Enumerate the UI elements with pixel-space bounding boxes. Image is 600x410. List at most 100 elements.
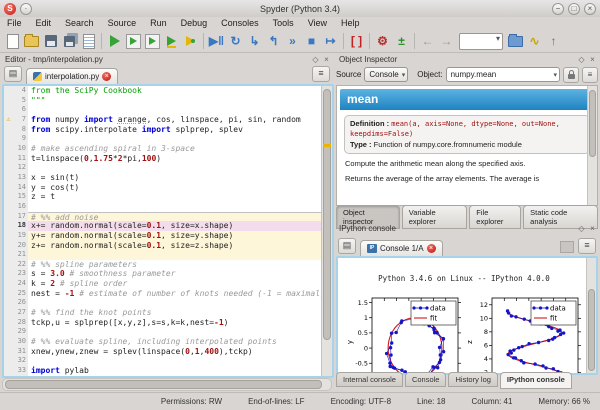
panel-tab-strip: Object inspectorVariable explorerFile ex… bbox=[336, 205, 598, 222]
debug-restart-button-icon[interactable]: ↻ bbox=[226, 32, 245, 51]
debug-file-button-icon[interactable] bbox=[181, 32, 200, 51]
debug-continue-button-icon[interactable]: ▶‖ bbox=[207, 32, 226, 51]
console-options-icon[interactable]: ≡ bbox=[578, 238, 596, 254]
back-button-icon[interactable]: ← bbox=[418, 32, 437, 51]
lock-icon bbox=[568, 74, 575, 79]
run-cell-advance-button-icon[interactable] bbox=[143, 32, 162, 51]
new-file-button-icon[interactable] bbox=[3, 32, 22, 51]
svg-text:1.5: 1.5 bbox=[358, 299, 368, 307]
save-button-icon[interactable] bbox=[41, 32, 60, 51]
doc-paragraph: Compute the arithmetic mean along the sp… bbox=[345, 159, 589, 169]
step-return-button-icon[interactable]: ↰ bbox=[264, 32, 283, 51]
window-menu-button[interactable]: · bbox=[20, 3, 32, 15]
status-eol: End-of-lines: LF bbox=[248, 397, 304, 406]
browse-tabs-button[interactable]: ▤ bbox=[4, 66, 22, 82]
inspector-close-icon[interactable]: × bbox=[587, 55, 598, 64]
menu-debug[interactable]: Debug bbox=[174, 17, 215, 30]
editor-horizontal-scrollbar[interactable] bbox=[2, 378, 332, 391]
code-line: 14y = cos(t) bbox=[4, 183, 322, 193]
close-button[interactable]: × bbox=[584, 3, 596, 15]
tab-ipython-console[interactable]: IPython console bbox=[500, 372, 572, 389]
console-close-icon[interactable]: × bbox=[587, 224, 598, 233]
object-combo[interactable]: numpy.mean▾ bbox=[446, 67, 560, 82]
forward-button-icon[interactable]: → bbox=[437, 32, 456, 51]
console-browse-tabs-button[interactable]: ▤ bbox=[338, 238, 356, 254]
code-line: 16 bbox=[4, 202, 322, 212]
maximize-pane-button-icon[interactable]: [ ] bbox=[347, 32, 366, 51]
subplot-left: 1.510.50-0.5-1ydatafit bbox=[344, 292, 464, 373]
code-line: 9 bbox=[4, 134, 322, 144]
code-line: 5""" bbox=[4, 96, 322, 106]
warning-icon: ⚠ bbox=[4, 115, 13, 125]
menu-file[interactable]: File bbox=[0, 17, 29, 30]
menu-consoles[interactable]: Consoles bbox=[214, 17, 266, 30]
status-column: Column: 41 bbox=[472, 397, 513, 406]
python-path-manager-button-icon[interactable]: ± bbox=[392, 32, 411, 51]
inspector-undock-icon[interactable]: ◇ bbox=[576, 55, 587, 64]
new-console-icon[interactable] bbox=[560, 241, 574, 253]
menu-search[interactable]: Search bbox=[58, 17, 101, 30]
run-cell-button-icon[interactable] bbox=[124, 32, 143, 51]
exit-debug-button-icon[interactable]: ↦ bbox=[321, 32, 340, 51]
code-line: 28tckp,u = splprep([x,y,z],s=s,k=k,nest=… bbox=[4, 318, 322, 328]
object-label: Object: bbox=[417, 70, 442, 79]
code-line: 27# %% find the knot points bbox=[4, 308, 322, 318]
parent-directory-button-icon[interactable]: ↑ bbox=[544, 32, 563, 51]
status-line: Line: 18 bbox=[417, 397, 445, 406]
save-all-button-icon[interactable] bbox=[60, 32, 79, 51]
minimize-button[interactable]: − bbox=[552, 3, 564, 15]
code-line: 18x+= random.normal(scale=0.1, size=x.sh… bbox=[4, 221, 322, 231]
status-bar: Permissions: RWEnd-of-lines: LFEncoding:… bbox=[0, 392, 600, 410]
lock-button[interactable] bbox=[563, 67, 579, 83]
inspector-content: mean Definition : mean(a, axis=None, dty… bbox=[336, 85, 598, 206]
maximize-button[interactable]: □ bbox=[568, 3, 580, 15]
menu-source[interactable]: Source bbox=[101, 17, 144, 30]
editor-close-icon[interactable]: × bbox=[321, 55, 332, 64]
inspector-options-icon[interactable]: ≡ bbox=[582, 67, 598, 83]
ipython-console[interactable]: Python 3.4.6 on Linux -- IPython 4.0.0 I… bbox=[336, 256, 598, 375]
title-bar[interactable]: S · Spyder (Python 3.4) − □ × bbox=[0, 0, 600, 18]
menu-help[interactable]: Help bbox=[334, 17, 367, 30]
code-line: 8from scipy.interpolate import splprep, … bbox=[4, 125, 322, 135]
tab-history-log[interactable]: History log bbox=[448, 372, 497, 387]
ipython-icon: IP bbox=[367, 244, 377, 253]
run-file-button-icon[interactable] bbox=[105, 32, 124, 51]
console-scrollbar[interactable] bbox=[586, 258, 596, 373]
editor-undock-icon[interactable]: ◇ bbox=[310, 55, 321, 64]
console-tab-label: Console 1/A bbox=[380, 244, 424, 253]
run-selection-button-icon[interactable] bbox=[162, 32, 181, 51]
working-directory-combo[interactable] bbox=[459, 33, 503, 50]
source-combo[interactable]: Console▾ bbox=[364, 67, 408, 82]
status-permissions: Permissions: RW bbox=[161, 397, 222, 406]
menu-view[interactable]: View bbox=[301, 17, 334, 30]
menu-run[interactable]: Run bbox=[143, 17, 174, 30]
continue-execution-button-icon[interactable]: » bbox=[283, 32, 302, 51]
set-console-directory-button-icon[interactable]: ∿ bbox=[525, 32, 544, 51]
inspector-scrollbar[interactable] bbox=[587, 86, 597, 205]
definition-box: Definition : mean(a, axis=None, dtype=No… bbox=[344, 115, 590, 154]
open-file-button-icon[interactable] bbox=[22, 32, 41, 51]
menu-bar: FileEditSearchSourceRunDebugConsolesTool… bbox=[0, 17, 600, 30]
menu-tools[interactable]: Tools bbox=[266, 17, 301, 30]
matplotlib-inline-figure: 1.510.50-0.5-1ydatafit12108642zdatafit bbox=[344, 292, 590, 373]
console-tab-close-icon[interactable]: × bbox=[427, 244, 436, 253]
chevron-down-icon: ▾ bbox=[553, 71, 557, 79]
console-tab[interactable]: IP Console 1/A × bbox=[360, 240, 443, 256]
stop-debug-button-icon[interactable]: ■ bbox=[302, 32, 321, 51]
tab-console[interactable]: Console bbox=[405, 372, 447, 387]
svg-text:y: y bbox=[346, 340, 354, 344]
console-undock-icon[interactable]: ◇ bbox=[576, 224, 587, 233]
step-into-button-icon[interactable]: ↳ bbox=[245, 32, 264, 51]
editor-vertical-scrollbar[interactable] bbox=[321, 86, 332, 376]
code-editor[interactable]: 4from the SciPy Cookbook5"""6⚠7from nump… bbox=[2, 84, 334, 378]
editor-options-icon[interactable]: ≡ bbox=[312, 66, 330, 82]
browse-directory-button-icon[interactable] bbox=[506, 32, 525, 51]
tab-close-icon[interactable]: × bbox=[102, 72, 111, 81]
inspector-pane-title: Object Inspector bbox=[336, 55, 576, 64]
print-button-icon[interactable] bbox=[79, 32, 98, 51]
tools-button-icon[interactable]: ⚙ bbox=[373, 32, 392, 51]
tab-internal-console[interactable]: Internal console bbox=[336, 372, 403, 387]
spyder-app-icon: S bbox=[4, 3, 16, 15]
menu-edit[interactable]: Edit bbox=[29, 17, 59, 30]
editor-file-tab[interactable]: interpolation.py × bbox=[26, 68, 118, 84]
